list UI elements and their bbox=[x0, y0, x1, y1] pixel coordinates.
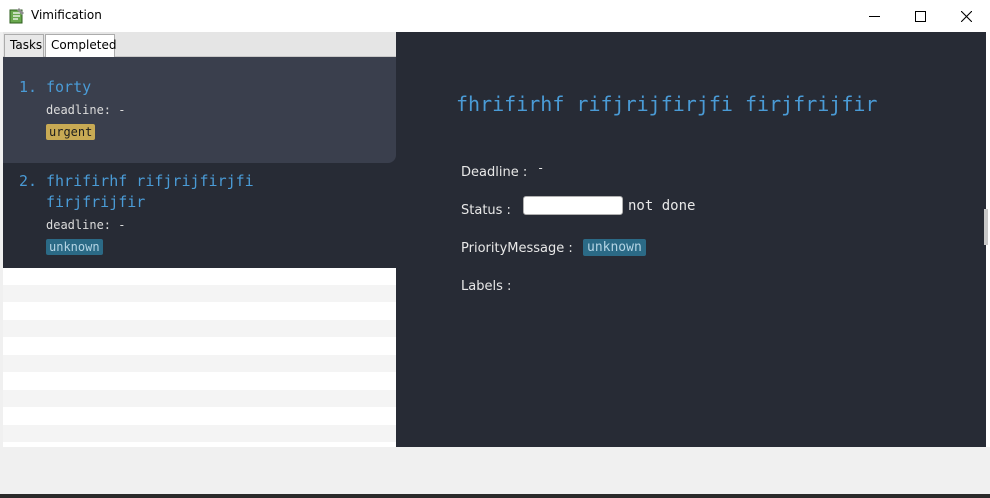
task-deadline: deadline: - bbox=[46, 218, 126, 232]
task-title: 2. fhrifirhf rifjrijfirjfi firjfrijfir bbox=[19, 171, 389, 213]
deadline-value: - bbox=[537, 161, 545, 175]
task-list-panel: Tasks Completed 1. forty deadline: - urge… bbox=[3, 32, 396, 447]
tab-completed[interactable]: Completed bbox=[45, 34, 116, 57]
detail-title: fhrifirhf rifjrijfirjfi firjfrijfir bbox=[456, 92, 878, 116]
app-icon bbox=[9, 8, 24, 24]
scrollbar-thumb[interactable] bbox=[984, 209, 988, 245]
status-value: not done bbox=[628, 198, 696, 214]
close-button[interactable] bbox=[943, 0, 989, 32]
task-card[interactable]: 2. fhrifirhf rifjrijfirjfi firjfrijfir de… bbox=[3, 171, 396, 268]
task-title: 1. forty bbox=[19, 77, 389, 98]
window-title: Vimification bbox=[31, 8, 102, 22]
task-list[interactable]: 1. forty deadline: - urgent 2. fhrifirhf r… bbox=[3, 57, 396, 447]
maximize-icon bbox=[915, 11, 926, 22]
window-bottom-edge bbox=[0, 494, 990, 498]
command-area bbox=[0, 447, 990, 498]
priority-label: PriorityMessage : bbox=[461, 241, 573, 256]
close-icon bbox=[961, 11, 972, 22]
task-title-line: fhrifirhf rifjrijfirjfi bbox=[46, 172, 254, 190]
priority-badge: unknown bbox=[46, 239, 103, 255]
priority-badge: urgent bbox=[46, 124, 96, 140]
priority-badge: unknown bbox=[583, 239, 646, 256]
labels-label: Labels : bbox=[461, 279, 512, 294]
minimize-button[interactable] bbox=[851, 0, 897, 32]
task-title-line: firjfrijfir bbox=[46, 193, 146, 211]
maximize-button[interactable] bbox=[897, 0, 943, 32]
minimize-icon bbox=[869, 16, 880, 17]
task-index: 2. bbox=[19, 172, 38, 190]
task-card[interactable]: 1. forty deadline: - urgent bbox=[3, 57, 396, 163]
title-bar: Vimification bbox=[0, 0, 990, 32]
tab-bar: Tasks Completed bbox=[3, 32, 396, 57]
task-deadline: deadline: - bbox=[46, 103, 126, 117]
status-field[interactable] bbox=[523, 196, 623, 215]
tab-tasks[interactable]: Tasks bbox=[4, 34, 44, 57]
task-detail-panel: fhrifirhf rifjrijfirjfi firjfrijfir Dead… bbox=[396, 32, 986, 447]
task-title-line: forty bbox=[46, 78, 92, 96]
task-index: 1. bbox=[19, 78, 38, 96]
status-label: Status : bbox=[461, 203, 511, 218]
deadline-label: Deadline : bbox=[461, 165, 528, 180]
